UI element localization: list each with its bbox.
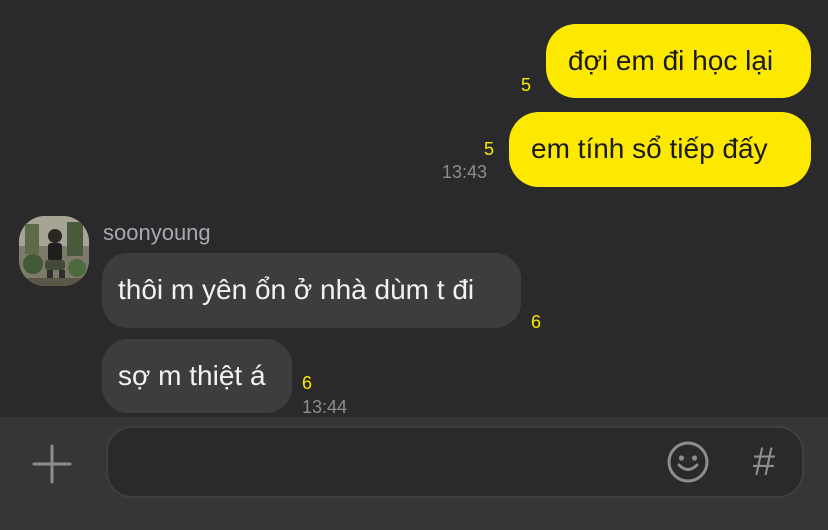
incoming-message-bubble[interactable]: sợ m thiệt á [102, 339, 292, 413]
profile-photo-icon [19, 216, 89, 286]
message-text: em tính sổ tiếp đấy [531, 133, 768, 164]
sender-name: soonyoung [103, 220, 211, 245]
outgoing-message-bubble[interactable]: em tính sổ tiếp đấy [509, 112, 811, 187]
hashtag-search-button[interactable]: # [744, 440, 784, 484]
chat-area: 5 đợi em đi học lại 5 13:43 em tính sổ t… [0, 0, 828, 417]
emoji-button[interactable] [666, 440, 710, 484]
message-timestamp: 13:43 [442, 162, 488, 182]
unread-count: 5 [484, 139, 495, 159]
message-text: thôi m yên ổn ở nhà dùm t đi [118, 274, 475, 305]
unread-count: 5 [521, 75, 532, 95]
plus-icon [32, 444, 72, 484]
outgoing-message-bubble[interactable]: đợi em đi học lại [546, 24, 811, 98]
add-attachment-button[interactable] [30, 442, 74, 486]
message-text: đợi em đi học lại [568, 45, 774, 76]
sender-avatar[interactable] [19, 216, 89, 286]
message-text: sợ m thiệt á [118, 360, 266, 391]
incoming-message-bubble[interactable]: thôi m yên ổn ở nhà dùm t đi [102, 253, 521, 328]
message-timestamp: 13:44 [302, 397, 348, 417]
unread-count: 6 [302, 373, 313, 393]
unread-count: 6 [531, 312, 542, 332]
smiley-icon [667, 441, 709, 483]
